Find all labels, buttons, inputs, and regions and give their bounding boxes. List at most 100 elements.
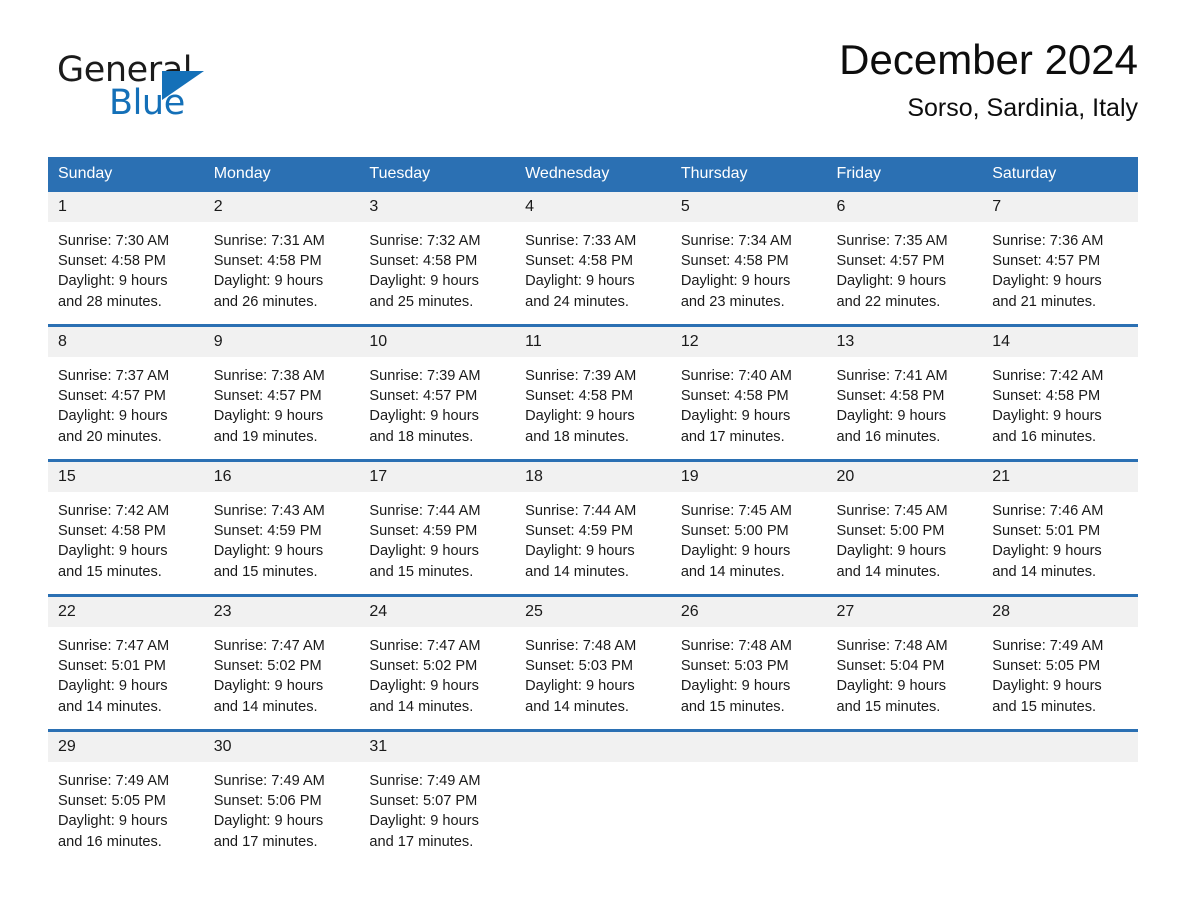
calendar-day-cell[interactable]: 2 Sunrise: 7:31 AM Sunset: 4:58 PM Daylight… bbox=[203, 192, 360, 326]
sunset-text: Sunset: 4:58 PM bbox=[58, 253, 166, 270]
calendar-week-row: 15 Sunrise: 7:42 AM Sunset: 4:58 PM Dayligh… bbox=[48, 459, 1138, 596]
calendar-day-cell[interactable]: 10 Sunrise: 7:39 AM Sunset: 4:57 PM Dayligh… bbox=[359, 324, 516, 461]
day-number: 1 bbox=[48, 192, 204, 222]
daylight-text-line1: Daylight: 9 hours bbox=[58, 273, 168, 290]
calendar-day-cell[interactable]: 23 Sunrise: 7:47 AM Sunset: 5:02 PM Dayligh… bbox=[203, 594, 360, 731]
calendar-day-cell[interactable]: 17 Sunrise: 7:44 AM Sunset: 4:59 PM Dayligh… bbox=[359, 459, 516, 596]
calendar-day-cell[interactable]: 22 Sunrise: 7:47 AM Sunset: 5:01 PM Dayligh… bbox=[48, 594, 204, 731]
calendar-day-cell[interactable]: 20 Sunrise: 7:45 AM Sunset: 5:00 PM Dayligh… bbox=[826, 459, 983, 596]
day-details: Sunrise: 7:30 AM Sunset: 4:58 PM Daylight:… bbox=[48, 222, 204, 312]
sunset-text: Sunset: 4:57 PM bbox=[836, 253, 945, 270]
sunrise-text: Sunrise: 7:32 AM bbox=[369, 233, 481, 249]
calendar-container: Sunday Monday Tuesday Wednesday Thursday… bbox=[48, 157, 1138, 864]
day-number: 28 bbox=[982, 597, 1138, 627]
day-cell-inner: 1 Sunrise: 7:30 AM Sunset: 4:58 PM Daylight… bbox=[48, 192, 204, 312]
day-cell-inner: 20 Sunrise: 7:45 AM Sunset: 5:00 PM Dayligh… bbox=[826, 462, 983, 582]
day-details: Sunrise: 7:49 AM Sunset: 5:06 PM Daylight:… bbox=[204, 762, 360, 852]
day-number bbox=[982, 732, 1138, 762]
calendar-day-cell[interactable]: 31 Sunrise: 7:49 AM Sunset: 5:07 PM Dayligh… bbox=[359, 729, 516, 864]
day-details: Sunrise: 7:36 AM Sunset: 4:57 PM Daylight:… bbox=[982, 222, 1138, 312]
day-number: 21 bbox=[982, 462, 1138, 492]
daylight-text-line1: Daylight: 9 hours bbox=[525, 543, 635, 560]
calendar-day-cell[interactable]: 9 Sunrise: 7:38 AM Sunset: 4:57 PM Daylight… bbox=[203, 324, 360, 461]
calendar-day-cell[interactable]: 27 Sunrise: 7:48 AM Sunset: 5:04 PM Dayligh… bbox=[826, 594, 983, 731]
day-number: 7 bbox=[982, 192, 1138, 222]
daylight-text-line2: and 17 minutes. bbox=[213, 833, 318, 850]
calendar-day-cell[interactable]: 13 Sunrise: 7:41 AM Sunset: 4:58 PM Dayligh… bbox=[826, 324, 983, 461]
weekday-header-saturday: Saturday bbox=[982, 157, 1138, 192]
calendar-day-cell[interactable]: 6 Sunrise: 7:35 AM Sunset: 4:57 PM Daylight… bbox=[826, 192, 983, 326]
daylight-text-line2: and 15 minutes. bbox=[680, 698, 785, 715]
day-cell-inner: 21 Sunrise: 7:46 AM Sunset: 5:01 PM Dayligh… bbox=[982, 462, 1138, 582]
sunrise-text: Sunrise: 7:37 AM bbox=[58, 368, 170, 384]
calendar-day-cell[interactable]: 8 Sunrise: 7:37 AM Sunset: 4:57 PM Daylight… bbox=[48, 324, 204, 461]
day-number: 20 bbox=[826, 462, 983, 492]
calendar-day-cell[interactable]: 29 Sunrise: 7:49 AM Sunset: 5:05 PM Dayligh… bbox=[48, 729, 204, 864]
daylight-text-line2: and 14 minutes. bbox=[58, 698, 162, 715]
calendar-body: 1 Sunrise: 7:30 AM Sunset: 4:58 PM Daylight… bbox=[48, 192, 1138, 864]
day-number: 2 bbox=[203, 192, 360, 222]
logo-text-blue: Blue bbox=[109, 83, 185, 123]
calendar-day-cell[interactable]: 12 Sunrise: 7:40 AM Sunset: 4:58 PM Dayligh… bbox=[670, 324, 827, 461]
calendar-day-cell[interactable]: 16 Sunrise: 7:43 AM Sunset: 4:59 PM Dayligh… bbox=[203, 459, 360, 596]
day-details: Sunrise: 7:31 AM Sunset: 4:58 PM Daylight:… bbox=[204, 222, 360, 312]
day-details: Sunrise: 7:49 AM Sunset: 5:05 PM Daylight:… bbox=[982, 627, 1138, 717]
calendar-day-cell[interactable]: 21 Sunrise: 7:46 AM Sunset: 5:01 PM Dayligh… bbox=[982, 459, 1138, 596]
sunset-text: Sunset: 4:57 PM bbox=[992, 253, 1101, 270]
generalblue-logo: General Blue bbox=[57, 50, 257, 128]
sunrise-text: Sunrise: 7:39 AM bbox=[525, 368, 637, 384]
calendar-day-cell-empty bbox=[515, 729, 671, 864]
daylight-text-line2: and 17 minutes. bbox=[369, 833, 474, 850]
day-number: 31 bbox=[359, 732, 516, 762]
day-details: Sunrise: 7:34 AM Sunset: 4:58 PM Daylight:… bbox=[671, 222, 827, 312]
title-block: December 2024 Sorso, Sardinia, Italy bbox=[839, 34, 1138, 125]
weekday-header-thursday: Thursday bbox=[670, 157, 827, 192]
calendar-day-cell[interactable]: 15 Sunrise: 7:42 AM Sunset: 4:58 PM Dayligh… bbox=[48, 459, 204, 596]
weekday-header-monday: Monday bbox=[203, 157, 360, 192]
calendar-day-cell[interactable]: 1 Sunrise: 7:30 AM Sunset: 4:58 PM Daylight… bbox=[48, 192, 204, 326]
calendar-day-cell[interactable]: 3 Sunrise: 7:32 AM Sunset: 4:58 PM Daylight… bbox=[359, 192, 516, 326]
calendar-day-cell[interactable]: 25 Sunrise: 7:48 AM Sunset: 5:03 PM Dayligh… bbox=[515, 594, 671, 731]
calendar-day-cell[interactable]: 5 Sunrise: 7:34 AM Sunset: 4:58 PM Daylight… bbox=[670, 192, 827, 326]
daylight-text-line1: Daylight: 9 hours bbox=[680, 408, 791, 425]
daylight-text-line1: Daylight: 9 hours bbox=[680, 543, 791, 560]
day-details: Sunrise: 7:46 AM Sunset: 5:01 PM Daylight:… bbox=[982, 492, 1138, 582]
calendar-day-cell[interactable]: 11 Sunrise: 7:39 AM Sunset: 4:58 PM Dayligh… bbox=[515, 324, 671, 461]
calendar-day-cell[interactable]: 28 Sunrise: 7:49 AM Sunset: 5:05 PM Dayligh… bbox=[982, 594, 1138, 731]
sunrise-text: Sunrise: 7:42 AM bbox=[58, 503, 170, 519]
day-cell-inner: 18 Sunrise: 7:44 AM Sunset: 4:59 PM Dayligh… bbox=[515, 462, 671, 582]
day-number: 15 bbox=[48, 462, 204, 492]
sunset-text: Sunset: 4:58 PM bbox=[369, 253, 478, 270]
sunset-text: Sunset: 4:58 PM bbox=[680, 253, 789, 270]
daylight-text-line1: Daylight: 9 hours bbox=[525, 408, 635, 425]
calendar-day-cell[interactable]: 19 Sunrise: 7:45 AM Sunset: 5:00 PM Dayligh… bbox=[670, 459, 827, 596]
day-cell-inner: 16 Sunrise: 7:43 AM Sunset: 4:59 PM Dayligh… bbox=[203, 462, 360, 582]
calendar-day-cell[interactable]: 30 Sunrise: 7:49 AM Sunset: 5:06 PM Dayligh… bbox=[203, 729, 360, 864]
weekday-header-row: Sunday Monday Tuesday Wednesday Thursday… bbox=[48, 157, 1138, 192]
daylight-text-line2: and 14 minutes. bbox=[992, 563, 1097, 580]
day-details: Sunrise: 7:39 AM Sunset: 4:58 PM Daylight:… bbox=[515, 357, 671, 447]
calendar-day-cell[interactable]: 7 Sunrise: 7:36 AM Sunset: 4:57 PM Daylight… bbox=[982, 192, 1138, 326]
calendar-day-cell[interactable]: 14 Sunrise: 7:42 AM Sunset: 4:58 PM Dayligh… bbox=[982, 324, 1138, 461]
daylight-text-line1: Daylight: 9 hours bbox=[992, 543, 1102, 560]
calendar-day-cell[interactable]: 26 Sunrise: 7:48 AM Sunset: 5:03 PM Dayligh… bbox=[670, 594, 827, 731]
sunset-text: Sunset: 4:58 PM bbox=[836, 388, 945, 405]
daylight-text-line2: and 16 minutes. bbox=[836, 428, 941, 445]
daylight-text-line2: and 28 minutes. bbox=[58, 293, 162, 310]
daylight-text-line2: and 22 minutes. bbox=[836, 293, 941, 310]
calendar-day-cell[interactable]: 24 Sunrise: 7:47 AM Sunset: 5:02 PM Dayligh… bbox=[359, 594, 516, 731]
daylight-text-line2: and 17 minutes. bbox=[680, 428, 785, 445]
daylight-text-line2: and 14 minutes. bbox=[836, 563, 941, 580]
day-details: Sunrise: 7:49 AM Sunset: 5:05 PM Daylight:… bbox=[48, 762, 204, 852]
calendar-day-cell[interactable]: 4 Sunrise: 7:33 AM Sunset: 4:58 PM Daylight… bbox=[515, 192, 671, 326]
daylight-text-line2: and 14 minutes. bbox=[369, 698, 474, 715]
sunrise-text: Sunrise: 7:47 AM bbox=[213, 638, 325, 654]
day-number: 26 bbox=[670, 597, 827, 627]
daylight-text-line2: and 23 minutes. bbox=[680, 293, 785, 310]
calendar-day-cell[interactable]: 18 Sunrise: 7:44 AM Sunset: 4:59 PM Dayligh… bbox=[515, 459, 671, 596]
daylight-text-line1: Daylight: 9 hours bbox=[992, 273, 1102, 290]
sunrise-text: Sunrise: 7:44 AM bbox=[369, 503, 481, 519]
day-cell-inner: 11 Sunrise: 7:39 AM Sunset: 4:58 PM Dayligh… bbox=[515, 327, 671, 447]
sunset-text: Sunset: 5:00 PM bbox=[680, 523, 789, 540]
day-number: 23 bbox=[203, 597, 360, 627]
